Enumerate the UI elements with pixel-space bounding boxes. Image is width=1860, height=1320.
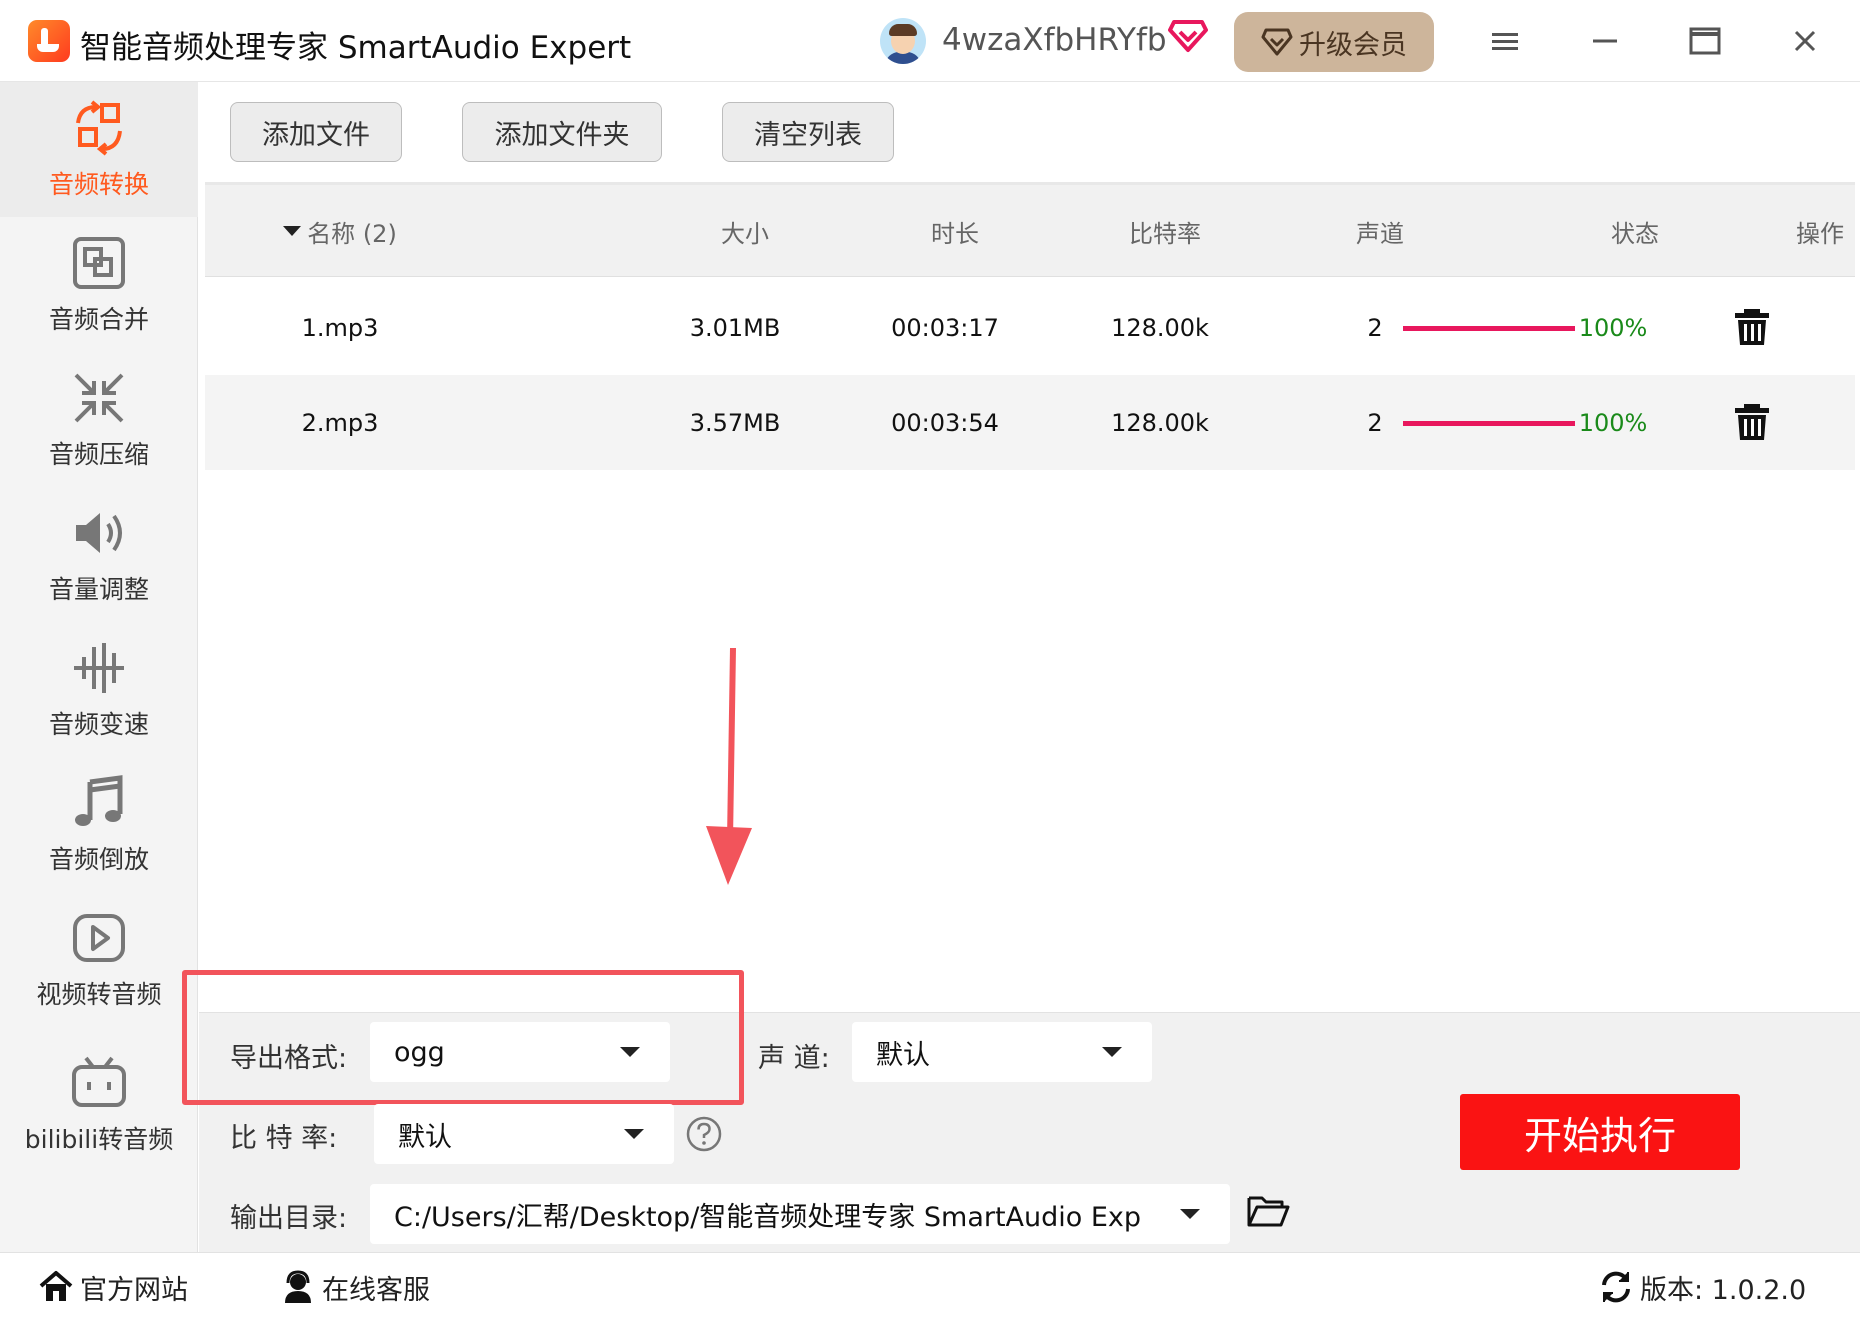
file-bitrate: 128.00k <box>1111 313 1209 342</box>
sidebar-label: 音频倒放 <box>48 844 149 874</box>
column-channels: 声道 <box>1356 219 1404 248</box>
status-text: 100% <box>1578 408 1648 437</box>
version-info[interactable]: 版本: 1.0.2.0 <box>1598 1253 1806 1320</box>
output-dir-value: C:/Users/汇帮/Desktop/智能音频处理专家 SmartAudio … <box>394 1201 1142 1233</box>
upgrade-vip-button[interactable]: 升级会员 <box>1234 12 1434 72</box>
file-size: 3.01MB <box>689 313 781 342</box>
sidebar-item-audio-merge[interactable]: 音频合并 <box>0 217 198 352</box>
upgrade-label: 升级会员 <box>1299 29 1407 61</box>
chevron-down-icon <box>1102 1047 1122 1057</box>
music-note-icon <box>75 774 123 826</box>
annotation-arrow <box>706 647 752 885</box>
compress-icon <box>74 373 124 422</box>
column-actions: 操作 <box>1796 219 1844 248</box>
sidebar-item-audio-compress[interactable]: 音频压缩 <box>0 352 198 487</box>
status-text: 100% <box>1578 313 1648 342</box>
home-icon <box>39 1271 73 1301</box>
channel-select[interactable]: 默认 <box>852 1022 1152 1082</box>
add-file-button[interactable]: 添加文件 <box>230 102 402 162</box>
sidebar-label: 音频转换 <box>48 169 149 199</box>
sidebar-label: 音频压缩 <box>48 439 149 469</box>
file-table: 名称 (2) 大小 时长 比特率 声道 状态 操作 1.mp3 3.01MB 0… <box>205 182 1855 1012</box>
sidebar-item-volume-adjust[interactable]: 音量调整 <box>0 487 198 622</box>
official-website-link[interactable]: 官方网站 <box>38 1253 188 1320</box>
bitrate-select[interactable]: 默认 <box>374 1104 674 1164</box>
table-header: 名称 (2) 大小 时长 比特率 声道 状态 操作 <box>205 185 1855 277</box>
app-title: 智能音频处理专家 SmartAudio Expert <box>80 30 632 66</box>
sidebar-label: 视频转音频 <box>36 979 162 1009</box>
app-logo-icon <box>28 20 70 62</box>
maximize-icon[interactable] <box>1680 18 1730 64</box>
vip-diamond-icon[interactable] <box>1168 18 1208 54</box>
output-dir-select[interactable]: C:/Users/汇帮/Desktop/智能音频处理专家 SmartAudio … <box>370 1184 1230 1244</box>
progress-bar <box>1403 326 1575 331</box>
clear-list-button[interactable]: 清空列表 <box>722 102 894 162</box>
start-button[interactable]: 开始执行 <box>1460 1094 1740 1170</box>
sidebar-label: 音频变速 <box>48 709 149 739</box>
chevron-down-icon <box>1180 1209 1200 1219</box>
progress-bar <box>1403 421 1575 426</box>
channel-value: 默认 <box>876 1039 930 1071</box>
close-icon[interactable] <box>1780 18 1830 64</box>
column-bitrate: 比特率 <box>1129 219 1201 248</box>
menu-icon[interactable] <box>1480 18 1530 64</box>
output-label: 输出目录: <box>230 1203 348 1234</box>
file-bitrate: 128.00k <box>1111 408 1209 437</box>
annotation-highlight-box <box>182 970 744 1105</box>
table-row[interactable]: 2.mp3 3.57MB 00:03:54 128.00k 2 100% <box>205 375 1855 470</box>
trash-icon[interactable] <box>1732 307 1772 347</box>
refresh-icon <box>1602 1271 1630 1303</box>
sidebar-item-audio-speed[interactable]: 音频变速 <box>0 622 198 757</box>
column-name[interactable]: 名称 (2) <box>250 185 430 277</box>
sidebar-item-video-to-audio[interactable]: 视频转音频 <box>0 892 198 1027</box>
add-folder-button[interactable]: 添加文件夹 <box>462 102 662 162</box>
sidebar: 音频转换 音频合并 音频压缩 音量调整 音频变速 音频倒放 视频转音频 bili… <box>0 82 198 1252</box>
chevron-down-icon <box>624 1129 644 1139</box>
status-bar: 官方网站 在线客服 版本: 1.0.2.0 <box>0 1252 1860 1320</box>
folder-open-icon[interactable] <box>1246 1192 1290 1228</box>
tv-icon <box>72 1056 126 1107</box>
file-name: 1.mp3 <box>301 313 379 342</box>
file-size: 3.57MB <box>689 408 781 437</box>
sidebar-item-audio-convert[interactable]: 音频转换 <box>0 82 198 217</box>
user-avatar[interactable] <box>880 18 926 64</box>
file-duration: 00:03:54 <box>891 408 999 437</box>
sidebar-item-bilibili-to-audio[interactable]: bilibili转音频 <box>0 1037 198 1172</box>
diamond-icon <box>1261 28 1293 56</box>
bitrate-value: 默认 <box>398 1121 452 1153</box>
file-name: 2.mp3 <box>301 408 379 437</box>
channel-label: 声 道: <box>758 1043 830 1074</box>
merge-icon <box>73 236 125 289</box>
online-support-link[interactable]: 在线客服 <box>280 1253 430 1320</box>
sort-caret-icon <box>283 226 302 236</box>
volume-icon <box>76 512 122 553</box>
sidebar-label: 音量调整 <box>48 574 149 604</box>
sidebar-item-audio-reverse[interactable]: 音频倒放 <box>0 757 198 892</box>
support-agent-icon <box>285 1270 311 1303</box>
username[interactable]: 4wzaXfbHRYfb <box>942 22 1167 58</box>
help-icon[interactable] <box>686 1116 722 1152</box>
file-duration: 00:03:17 <box>891 313 999 342</box>
column-size: 大小 <box>721 219 769 248</box>
convert-icon <box>76 99 122 156</box>
column-duration: 时长 <box>931 219 979 248</box>
play-icon <box>73 913 125 962</box>
sidebar-label: 音频合并 <box>48 304 149 334</box>
bitrate-label: 比 特 率: <box>230 1123 338 1154</box>
minimize-icon[interactable] <box>1580 18 1630 64</box>
table-row[interactable]: 1.mp3 3.01MB 00:03:17 128.00k 2 100% <box>205 280 1855 375</box>
column-status: 状态 <box>1611 219 1659 248</box>
speed-icon <box>74 642 124 693</box>
trash-icon[interactable] <box>1732 402 1772 442</box>
title-bar: 智能音频处理专家 SmartAudio Expert 4wzaXfbHRYfb … <box>0 0 1860 82</box>
sidebar-label: bilibili转音频 <box>24 1124 174 1154</box>
